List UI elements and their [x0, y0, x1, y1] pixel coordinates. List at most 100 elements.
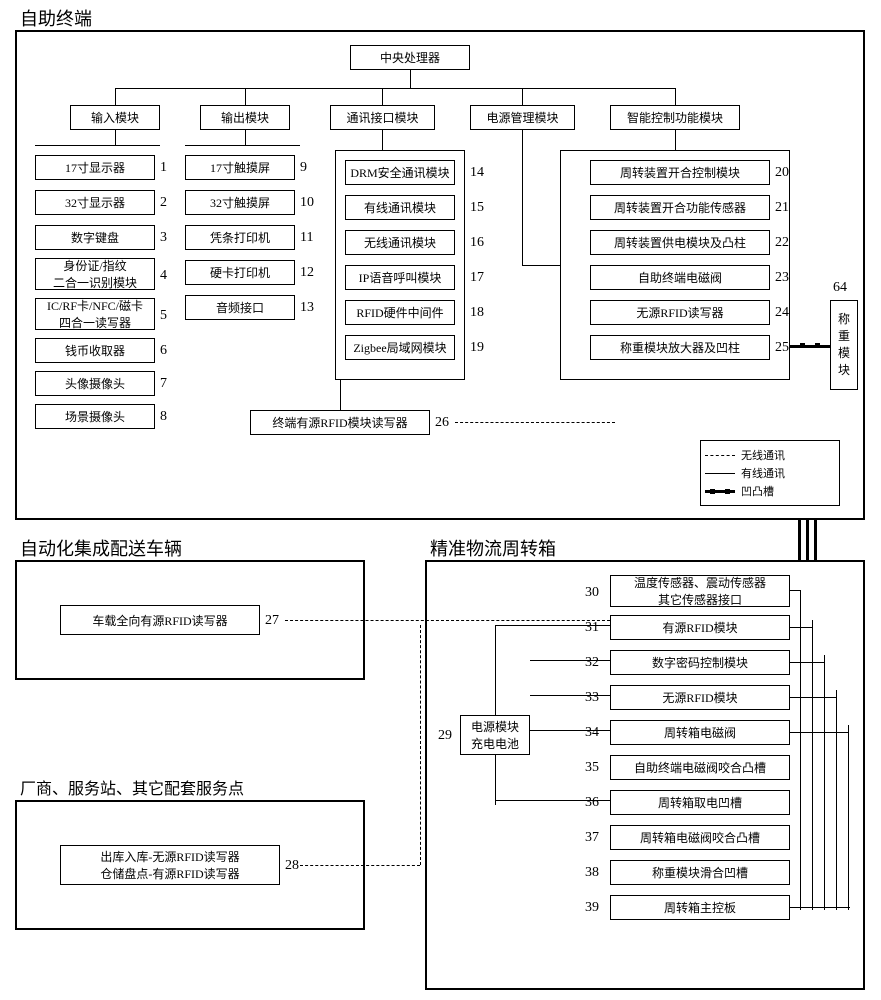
legend-dash-icon [705, 455, 735, 456]
connector [495, 625, 496, 715]
section-title-box: 精准物流周转箱 [430, 535, 556, 561]
vehicle-rfid: 车载全向有源RFID读写器 [60, 605, 260, 635]
num-31: 31 [585, 620, 599, 636]
bus-line [812, 620, 813, 910]
num-8: 8 [160, 409, 167, 425]
num-3: 3 [160, 230, 167, 246]
box-item-33: 无源RFID模块 [610, 685, 790, 710]
cpu-box: 中央处理器 [350, 45, 470, 70]
box-item-36: 周转箱取电凹槽 [610, 790, 790, 815]
input-item-3: 数字键盘 [35, 225, 155, 250]
section-title-factory: 厂商、服务站、其它配套服务点 [20, 775, 244, 799]
module-smart: 智能控制功能模块 [610, 105, 740, 130]
num-64: 64 [833, 280, 847, 296]
num-30: 30 [585, 585, 599, 601]
num-17: 17 [470, 270, 484, 286]
output-item-13: 音频接口 [185, 295, 295, 320]
comm-item-14: DRM安全通讯模块 [345, 160, 455, 185]
slot-connector [790, 345, 830, 348]
connector [495, 800, 610, 801]
connector [115, 88, 675, 89]
box-item-37: 周转箱电磁阀咬合凸槽 [610, 825, 790, 850]
slot-connector [814, 520, 817, 560]
connector [522, 265, 560, 266]
num-26: 26 [435, 415, 449, 431]
comm-item-17: IP语音呼叫模块 [345, 265, 455, 290]
wireless-line [420, 625, 421, 865]
connector [530, 730, 610, 731]
output-item-9: 17寸触摸屏 [185, 155, 295, 180]
num-13: 13 [300, 300, 314, 316]
stub [790, 590, 800, 591]
num-15: 15 [470, 200, 484, 216]
num-2: 2 [160, 195, 167, 211]
connector [530, 660, 610, 661]
connector [35, 145, 160, 146]
slot-dot [800, 343, 805, 348]
terminal-rfid: 终端有源RFID模块读写器 [250, 410, 430, 435]
slot-connector [806, 520, 809, 560]
connector [522, 88, 523, 105]
smart-item-23: 自助终端电磁阀 [590, 265, 770, 290]
legend-solid-icon [705, 473, 735, 474]
num-29: 29 [438, 728, 452, 744]
num-36: 36 [585, 795, 599, 811]
legend-slot: 凹凸槽 [741, 483, 774, 499]
box-item-31: 有源RFID模块 [610, 615, 790, 640]
num-10: 10 [300, 195, 314, 211]
smart-item-21: 周转装置开合功能传感器 [590, 195, 770, 220]
num-20: 20 [775, 165, 789, 181]
connector [410, 70, 411, 88]
stub [790, 662, 824, 663]
num-18: 18 [470, 305, 484, 321]
input-item-2: 32寸显示器 [35, 190, 155, 215]
comm-item-15: 有线通讯模块 [345, 195, 455, 220]
connector [185, 145, 300, 146]
legend-wired: 有线通讯 [741, 465, 785, 481]
output-item-12: 硬卡打印机 [185, 260, 295, 285]
power-module-29: 电源模块 充电电池 [460, 715, 530, 755]
comm-item-19: Zigbee局域网模块 [345, 335, 455, 360]
num-1: 1 [160, 160, 167, 176]
wireless-line [455, 422, 615, 423]
output-item-10: 32寸触摸屏 [185, 190, 295, 215]
bus-line [836, 690, 837, 910]
num-5: 5 [160, 308, 167, 324]
num-37: 37 [585, 830, 599, 846]
num-19: 19 [470, 340, 484, 356]
input-item-5: IC/RF卡/NFC/磁卡 四合一读写器 [35, 298, 155, 330]
input-item-7: 头像摄像头 [35, 371, 155, 396]
comm-item-16: 无线通讯模块 [345, 230, 455, 255]
box-item-30: 温度传感器、震动传感器 其它传感器接口 [610, 575, 790, 607]
num-14: 14 [470, 165, 484, 181]
smart-item-25: 称重模块放大器及凹柱 [590, 335, 770, 360]
module-output: 输出模块 [200, 105, 290, 130]
weigh-module: 称 重 模 块 [830, 300, 858, 390]
bus-line [848, 725, 849, 910]
module-input: 输入模块 [70, 105, 160, 130]
connector [115, 88, 116, 105]
input-item-1: 17寸显示器 [35, 155, 155, 180]
box-item-32: 数字密码控制模块 [610, 650, 790, 675]
num-21: 21 [775, 200, 789, 216]
wireless-line [285, 620, 610, 621]
num-25: 25 [775, 340, 789, 356]
smart-item-22: 周转装置供电模块及凸柱 [590, 230, 770, 255]
connector [245, 130, 246, 145]
num-9: 9 [300, 160, 307, 176]
num-28: 28 [285, 858, 299, 874]
num-12: 12 [300, 265, 314, 281]
legend: 无线通讯 有线通讯 凹凸槽 [700, 440, 840, 506]
box-item-39: 周转箱主控板 [610, 895, 790, 920]
box-item-35: 自助终端电磁阀咬合凸槽 [610, 755, 790, 780]
section-title-terminal: 自助终端 [20, 5, 92, 31]
factory-rfid: 出库入库-无源RFID读写器 仓储盘点-有源RFID读写器 [60, 845, 280, 885]
connector [495, 755, 496, 805]
connector [530, 695, 610, 696]
wireless-line [300, 865, 420, 866]
connector [245, 88, 246, 105]
connector [115, 130, 116, 145]
connector [340, 380, 341, 410]
bus-line [824, 655, 825, 910]
num-11: 11 [300, 230, 313, 246]
